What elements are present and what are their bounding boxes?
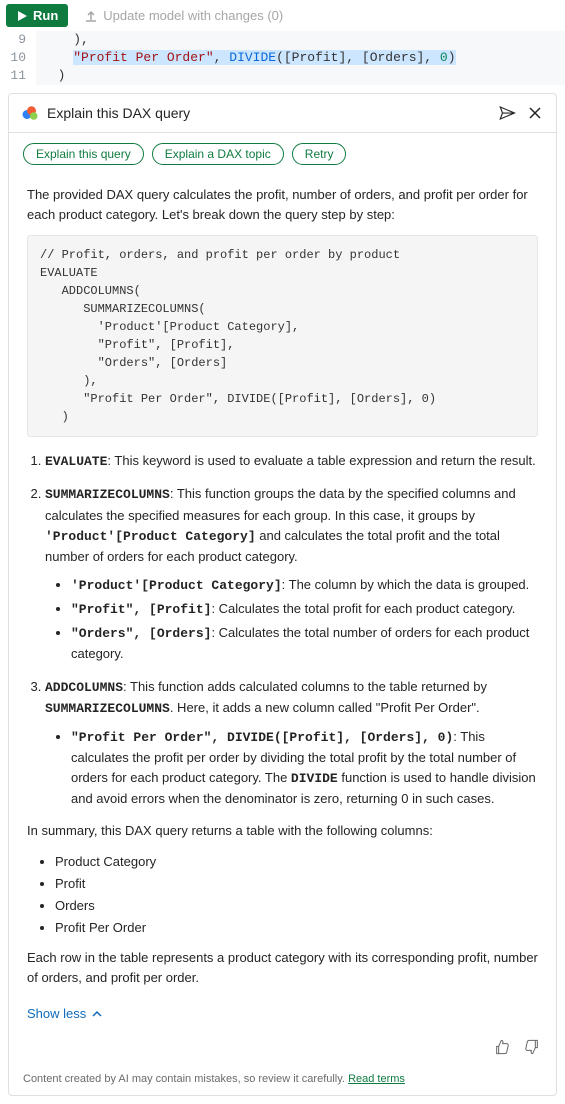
pill-retry[interactable]: Retry — [292, 143, 347, 165]
summary-item: Product Category — [55, 852, 538, 872]
code-editor[interactable]: 9 ), 10 "Profit Per Order", DIVIDE([Prof… — [0, 31, 565, 85]
summary-item: Orders — [55, 896, 538, 916]
chevron-up-icon — [92, 1009, 102, 1019]
ai-disclaimer: Content created by AI may contain mistak… — [9, 1065, 556, 1095]
run-label: Run — [33, 8, 58, 23]
thumbs-down-icon — [524, 1039, 540, 1055]
summary-list: Product Category Profit Orders Profit Pe… — [27, 852, 538, 939]
summary-item: Profit Per Order — [55, 918, 538, 938]
close-icon — [528, 106, 542, 120]
list-item: ADDCOLUMNS: This function adds calculate… — [45, 677, 538, 810]
send-button[interactable] — [496, 102, 518, 124]
explanation-list: EVALUATE: This keyword is used to evalua… — [27, 451, 538, 809]
pill-explain-query[interactable]: Explain this query — [23, 143, 144, 165]
line-number: 10 — [0, 49, 36, 67]
update-button: Update model with changes (0) — [74, 4, 293, 27]
copilot-icon — [21, 104, 39, 122]
run-button[interactable]: Run — [6, 4, 68, 27]
close-button[interactable] — [526, 104, 544, 122]
copilot-panel: Explain this DAX query Explain this quer… — [8, 93, 557, 1096]
upload-icon — [84, 9, 98, 23]
closing-text: Each row in the table represents a produ… — [27, 948, 538, 988]
play-icon — [16, 10, 28, 22]
summary-item: Profit — [55, 874, 538, 894]
code-sample: // Profit, orders, and profit per order … — [27, 235, 538, 437]
send-icon — [498, 104, 516, 122]
summary-intro: In summary, this DAX query returns a tab… — [27, 821, 538, 841]
code-line[interactable]: ), — [36, 31, 565, 49]
editor-toolbar: Run Update model with changes (0) — [0, 0, 565, 31]
feedback-row — [9, 1037, 556, 1065]
explanation-content: The provided DAX query calculates the pr… — [9, 175, 556, 1037]
intro-text: The provided DAX query calculates the pr… — [27, 185, 538, 225]
line-number: 11 — [0, 67, 36, 85]
list-item: EVALUATE: This keyword is used to evalua… — [45, 451, 538, 472]
pill-explain-topic[interactable]: Explain a DAX topic — [152, 143, 284, 165]
code-line[interactable]: ) — [36, 67, 565, 85]
thumbs-up-button[interactable] — [492, 1037, 512, 1057]
read-terms-link[interactable]: Read terms — [348, 1073, 405, 1085]
panel-header: Explain this DAX query — [9, 94, 556, 133]
thumbs-down-button[interactable] — [522, 1037, 542, 1057]
panel-title: Explain this DAX query — [47, 105, 488, 121]
code-line[interactable]: "Profit Per Order", DIVIDE([Profit], [Or… — [36, 49, 565, 67]
list-item: SUMMARIZECOLUMNS: This function groups t… — [45, 484, 538, 664]
update-label: Update model with changes (0) — [103, 8, 283, 23]
thumbs-up-icon — [494, 1039, 510, 1055]
line-number: 9 — [0, 31, 36, 49]
suggestion-pills: Explain this query Explain a DAX topic R… — [9, 133, 556, 175]
show-less-link[interactable]: Show less — [27, 1004, 102, 1024]
